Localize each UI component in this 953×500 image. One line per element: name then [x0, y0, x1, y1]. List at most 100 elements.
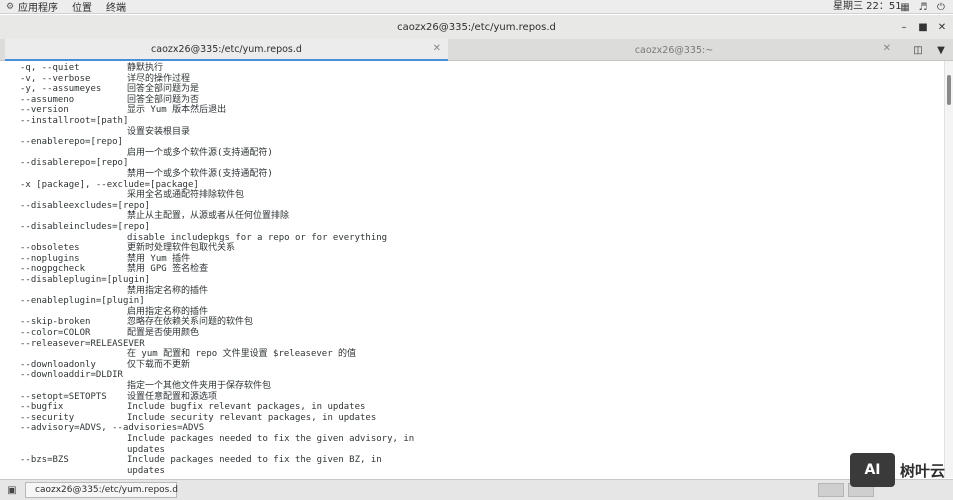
scrollbar-thumb[interactable]	[947, 75, 951, 105]
watermark-logo: AI	[850, 453, 895, 487]
option-flag: --security	[20, 412, 75, 423]
tab-menu-chevron-down-icon[interactable]: ▼	[933, 42, 949, 58]
option-description: 禁用 Yum 插件	[127, 253, 191, 264]
volume-icon[interactable]: ♬	[916, 0, 930, 14]
option-description: 回答全部问题为是	[127, 84, 200, 95]
terminal-line: -v, --verbose 详尽的操作过程	[20, 73, 190, 85]
terminal-line: --enableplugin=[plugin]	[20, 296, 145, 307]
terminal-line: --nogpgcheck 禁用 GPG 签名检查	[20, 264, 208, 275]
terminal-line: --releasever=RELEASEVER	[20, 339, 145, 350]
tab-label: caozx26@335:/etc/yum.repos.d	[151, 43, 302, 55]
terminal-line: --setopt=SETOPTS 设置任意配置和源选项	[20, 391, 217, 403]
terminal-line: --version 显示 Yum 版本然后退出	[20, 105, 226, 116]
terminal-line: --advisory=ADVS, --advisories=ADVS	[20, 423, 204, 434]
option-description: 更新时处理软件包取代关系	[127, 243, 236, 254]
option-description: 启用指定名称的插件	[127, 306, 209, 317]
option-description: 仅下载而不更新	[127, 359, 191, 370]
terminal-line: --disableexcludes=[repo]	[20, 201, 150, 212]
option-flag: --disablerepo=[repo]	[20, 158, 129, 169]
option-flag: --disableplugin=[plugin]	[20, 275, 151, 285]
option-flag: --bugfix	[20, 402, 64, 413]
option-flag: -x [package], --exclude=[package]	[20, 179, 199, 190]
option-description: 回答全部问题为否	[127, 94, 200, 105]
option-description: 启用一个或多个软件源(支持通配符)	[127, 147, 273, 158]
clock[interactable]: 星期三 22：51	[833, 0, 902, 14]
option-description: 禁用一个或多个软件源(支持通配符)	[127, 169, 273, 179]
workspace-1[interactable]	[818, 483, 844, 497]
places-menu[interactable]: 位置	[72, 0, 92, 14]
bottom-taskbar: ▣ caozx26@335:/etc/yum.repos.d	[0, 479, 953, 500]
option-description: 禁用指定名称的插件	[127, 285, 209, 296]
option-flag: --downloaddir=DLDIR	[20, 370, 123, 381]
tab-yum-repos[interactable]: caozx26@335:/etc/yum.repos.d ✕	[5, 39, 448, 61]
option-flag: --assumeno	[20, 94, 75, 105]
terminal-line: --color=COLOR 配置是否使用颜色	[20, 328, 199, 339]
option-flag: --disableexcludes=[repo]	[20, 200, 151, 211]
show-desktop-icon[interactable]: ▣	[5, 483, 19, 497]
new-tab-icon[interactable]: ◫	[910, 42, 926, 58]
option-flag: -q, --quiet	[20, 63, 80, 73]
option-flag: -v, --verbose	[20, 73, 91, 84]
terminal-line: --bugfix Include bugfix relevant packages…	[20, 402, 365, 413]
maximize-icon[interactable]: ■	[915, 19, 931, 35]
option-flag: --version	[20, 105, 69, 116]
terminal-line: --assumeno 回答全部问题为否	[20, 94, 199, 106]
option-description: 禁用 GPG 签名检查	[127, 264, 209, 275]
close-icon[interactable]: ✕	[934, 19, 950, 35]
network-icon[interactable]: ▦	[898, 0, 912, 14]
watermark-text: 树叶云	[900, 461, 946, 480]
option-description: Include packages needed to fix the given…	[127, 455, 382, 466]
taskbar-window-button[interactable]: caozx26@335:/etc/yum.repos.d	[25, 482, 178, 498]
option-description: 在 yum 配置和 repo 文件里设置 $releasever 的值	[127, 349, 357, 360]
terminal-line: -q, --quiet 静默执行	[20, 63, 163, 74]
taskbar-window-label: caozx26@335:/etc/yum.repos.d	[35, 485, 178, 495]
terminal-line: --downloaddir=DLDIR	[20, 370, 123, 381]
option-description: 设置任意配置和源选项	[127, 391, 218, 402]
top-panel: ⚙ 应用程序 位置 终端 星期三 22：51 ▦ ♬ ⏻	[0, 0, 953, 14]
option-description: 禁止从主配置，从源或者从任何位置排除	[127, 211, 290, 222]
option-flag: --downloadonly	[20, 359, 96, 370]
option-flag: --enablerepo=[repo]	[20, 137, 123, 148]
applications-menu[interactable]: 应用程序	[18, 0, 58, 14]
option-description: updates	[127, 465, 165, 476]
terminal-line: --noplugins 禁用 Yum 插件	[20, 254, 190, 265]
terminal-line: --skip-broken 忽略存在依赖关系问题的软件包	[20, 317, 253, 328]
option-flag: --color=COLOR	[20, 328, 91, 338]
option-flag: --nogpgcheck	[20, 264, 86, 275]
option-flag: --obsoletes	[20, 243, 80, 254]
terminal-line: --obsoletes 更新时处理软件包取代关系	[20, 243, 235, 254]
option-flag: --advisory=ADVS, --advisories=ADVS	[20, 423, 205, 434]
option-flag: --setopt=SETOPTS	[20, 391, 107, 402]
option-description: disable includepkgs for a repo or for ev…	[127, 232, 388, 243]
option-flag: --releasever=RELEASEVER	[20, 338, 145, 349]
option-flag: --enableplugin=[plugin]	[20, 296, 145, 307]
terminal-menu[interactable]: 终端	[106, 0, 126, 14]
terminal-scrollbar[interactable]	[944, 61, 953, 478]
terminal-line: --disablerepo=[repo]	[20, 158, 128, 169]
watermark: AI 树叶云	[850, 453, 945, 487]
terminal-line: --disableplugin=[plugin]	[20, 275, 150, 286]
tab-bar: caozx26@335:/etc/yum.repos.d ✕ caozx26@3…	[0, 39, 953, 61]
tab-close-icon[interactable]: ✕	[883, 43, 891, 54]
power-icon[interactable]: ⏻	[934, 0, 948, 14]
option-description: 静默执行	[127, 63, 164, 73]
option-description: updates	[127, 444, 165, 455]
terminal-output[interactable]: -q, --quiet 静默执行 -v, --verbose 详尽的操作过程 -y, -…	[0, 61, 944, 478]
option-description: 忽略存在依赖关系问题的软件包	[127, 317, 254, 328]
option-description: 显示 Yum 版本然后退出	[127, 105, 227, 116]
terminal-line: -y, --assumeyes 回答全部问题为是	[20, 84, 199, 95]
option-description: 设置安装根目录	[127, 126, 191, 137]
window-titlebar[interactable]: caozx26@335:/etc/yum.repos.d – ■ ✕	[0, 15, 953, 39]
tab-close-icon[interactable]: ✕	[433, 43, 441, 54]
option-flag: --disableincludes=[repo]	[20, 222, 151, 232]
option-flag: --bzs=BZS	[20, 455, 69, 466]
minimize-icon[interactable]: –	[896, 19, 912, 35]
option-description: Include security relevant packages, in u…	[127, 412, 377, 423]
terminal-line: --downloadonly 仅下载而不更新	[20, 359, 190, 371]
tab-label: caozx26@335:~	[634, 44, 714, 56]
terminal-line: --security Include security relevant pack…	[20, 412, 376, 424]
applications-menu-icon[interactable]: ⚙	[4, 1, 16, 13]
terminal-line: --disableincludes=[repo]	[20, 222, 150, 233]
terminal-line: --enablerepo=[repo]	[20, 137, 123, 148]
tab-home[interactable]: caozx26@335:~ ✕	[450, 39, 898, 61]
